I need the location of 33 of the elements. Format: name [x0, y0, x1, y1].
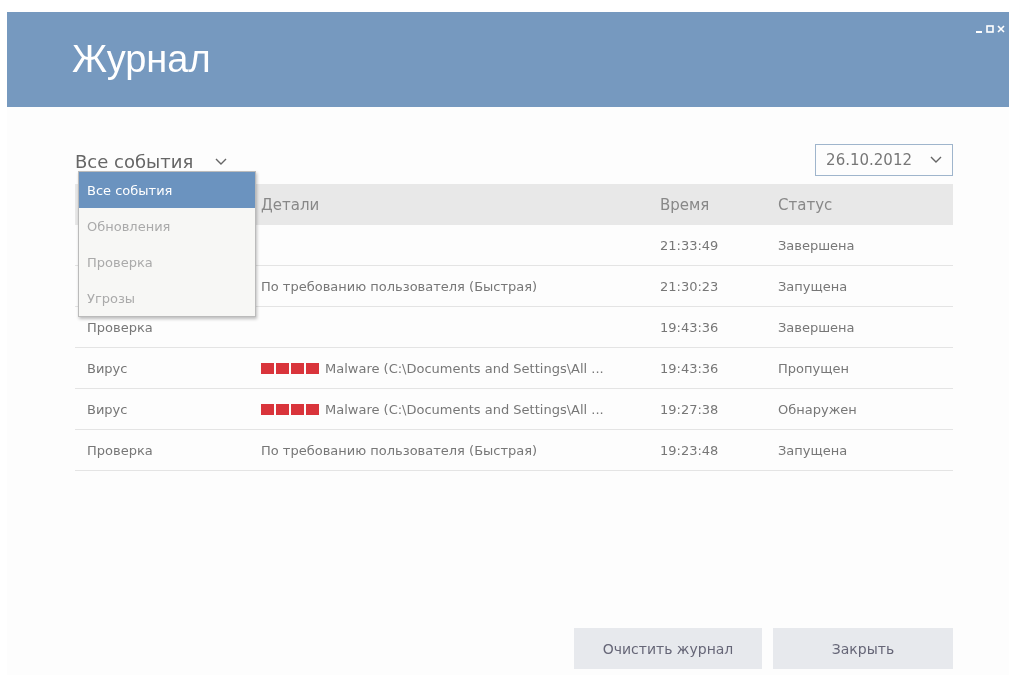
event-filter-dropdown[interactable]: Все события: [75, 151, 228, 172]
table-cell-text: 21:30:23: [660, 278, 720, 294]
table-cell: Вирус: [87, 401, 128, 417]
table-cell: По требованию пользователя (Быстрая): [261, 278, 538, 294]
table-cell-text: Завершена: [778, 319, 856, 335]
table-cell-text: 19:27:38: [660, 401, 720, 417]
table-cell: Malware (C:\Documents and Settings\All ...: [325, 401, 604, 417]
close-icon[interactable]: [997, 25, 1005, 33]
chevron-icon: [930, 155, 942, 164]
table-cell-text: Запущена: [778, 442, 849, 458]
table-cell: Проверка: [87, 442, 153, 458]
table-cell-text: 19:43:36: [660, 319, 720, 335]
column-header: Статус: [778, 195, 834, 214]
date-picker[interactable]: 26.10.2012: [815, 143, 953, 176]
table-cell-text: Завершена: [778, 237, 856, 253]
table-cell-text: 21:33:49: [660, 237, 720, 253]
dialog-button[interactable]: Очистить журнал: [574, 628, 762, 669]
column-header: Детали: [261, 195, 321, 214]
column-header: Время: [660, 195, 711, 214]
dropdown-option[interactable]: Все события: [79, 172, 255, 208]
table-cell: Malware (C:\Documents and Settings\All ...: [325, 360, 604, 376]
table-cell-text: 19:23:48: [660, 442, 720, 458]
maximize-icon[interactable]: [986, 25, 994, 33]
table-cell-text: Обнаружен: [778, 401, 858, 417]
table-cell-text: Запущена: [778, 278, 849, 294]
dialog-button[interactable]: Закрыть: [773, 628, 953, 669]
table-cell: Вирус: [87, 360, 128, 376]
table-cell-text: Пропущен: [778, 360, 850, 376]
chevron-icon: [215, 157, 228, 166]
table-cell: По требованию пользователя (Быстрая): [261, 442, 538, 458]
table-cell-text: 19:43:36: [660, 360, 720, 376]
window-title: Журнал: [72, 38, 211, 81]
table-cell: Проверка: [87, 319, 153, 335]
